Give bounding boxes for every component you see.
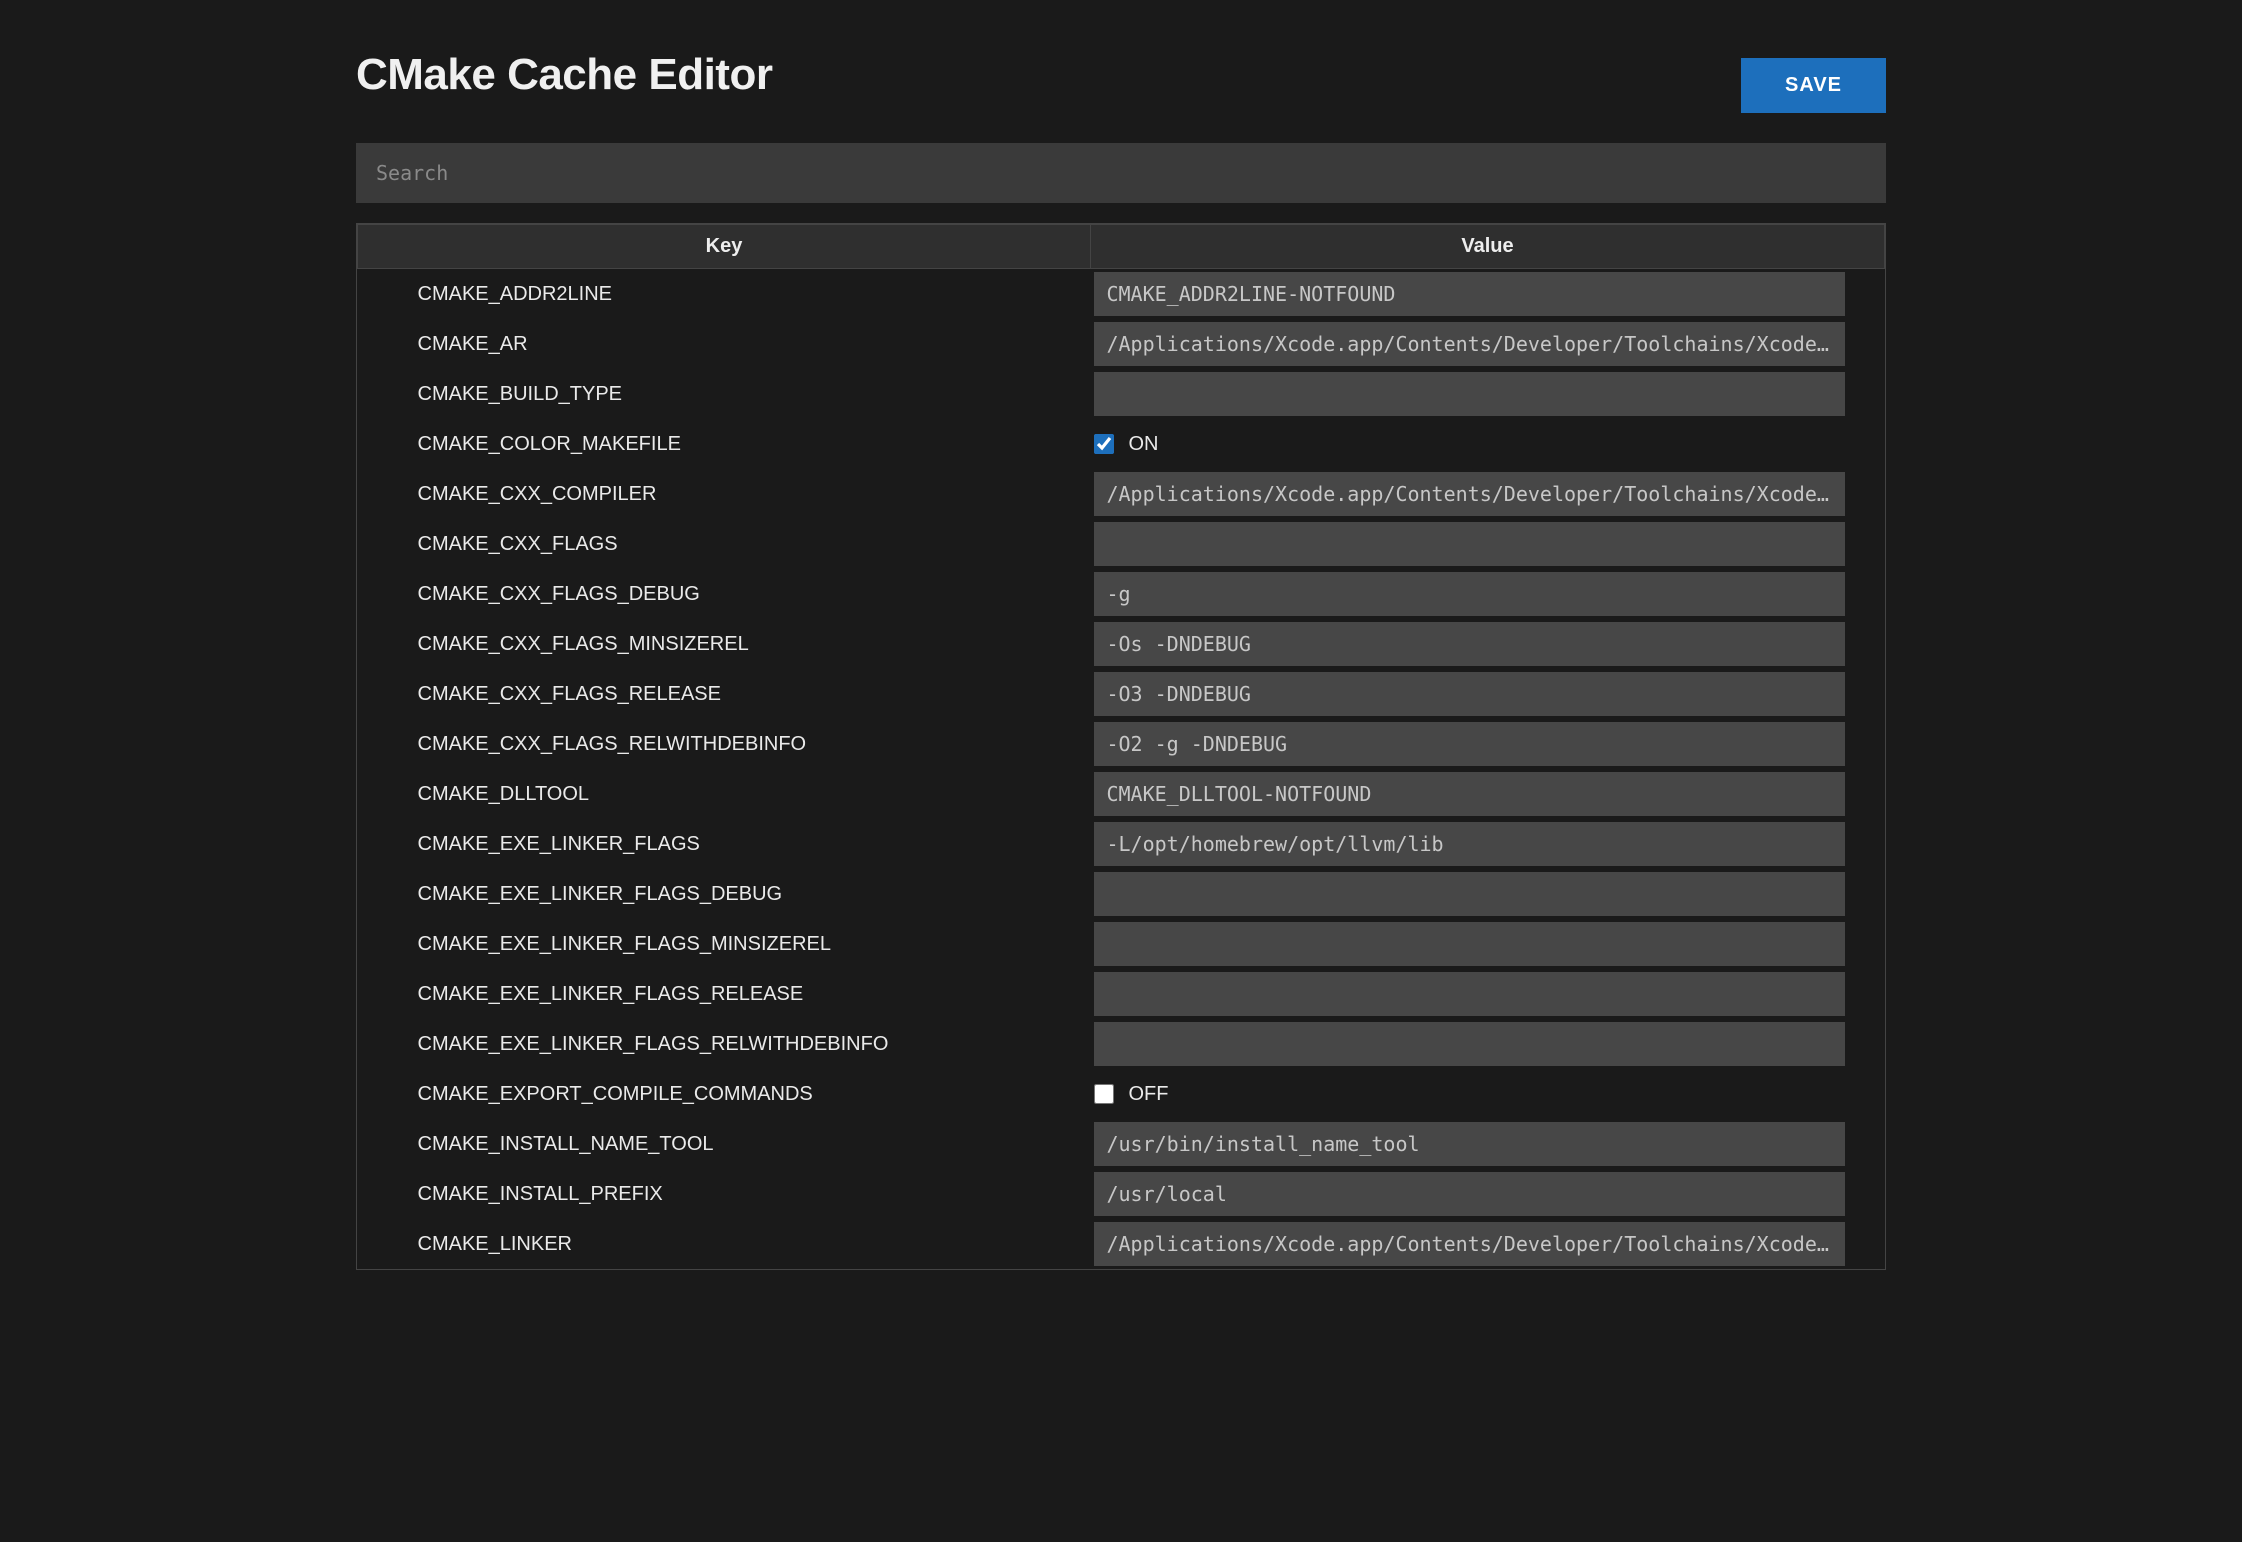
- table-row: CMAKE_ADDR2LINE: [358, 269, 1885, 320]
- cache-value-input[interactable]: [1094, 372, 1844, 416]
- cache-value-input[interactable]: [1094, 322, 1844, 366]
- cache-value-input[interactable]: [1094, 522, 1844, 566]
- cache-value-input[interactable]: [1094, 1222, 1844, 1266]
- cache-key: CMAKE_INSTALL_NAME_TOOL: [358, 1119, 1091, 1169]
- cache-value-input[interactable]: [1094, 672, 1844, 716]
- cache-key: CMAKE_AR: [358, 319, 1091, 369]
- cache-value-cell: [1090, 519, 1884, 569]
- cache-key: CMAKE_CXX_FLAGS_RELWITHDEBINFO: [358, 719, 1091, 769]
- cache-value-cell: [1090, 969, 1884, 1019]
- cache-value-cell: [1090, 769, 1884, 819]
- cache-value-cell: [1090, 919, 1884, 969]
- cache-value-cell: [1090, 1019, 1884, 1069]
- save-button[interactable]: SAVE: [1741, 58, 1886, 113]
- table-row: CMAKE_INSTALL_PREFIX: [358, 1169, 1885, 1219]
- cache-key: CMAKE_DLLTOOL: [358, 769, 1091, 819]
- cache-table: Key Value CMAKE_ADDR2LINECMAKE_ARCMAKE_B…: [357, 224, 1885, 1269]
- table-row: CMAKE_CXX_FLAGS_RELEASE: [358, 669, 1885, 719]
- cache-value-checkbox[interactable]: [1094, 1084, 1114, 1104]
- cache-key: CMAKE_CXX_FLAGS_MINSIZEREL: [358, 619, 1091, 669]
- table-row: CMAKE_CXX_COMPILER: [358, 469, 1885, 519]
- cache-value-input[interactable]: [1094, 472, 1844, 516]
- cache-key: CMAKE_CXX_COMPILER: [358, 469, 1091, 519]
- bool-state-label: ON: [1128, 433, 1158, 456]
- cache-value-input[interactable]: [1094, 1122, 1844, 1166]
- search-input[interactable]: [356, 143, 1886, 203]
- table-row: CMAKE_CXX_FLAGS_MINSIZEREL: [358, 619, 1885, 669]
- table-row: CMAKE_CXX_FLAGS: [358, 519, 1885, 569]
- bool-state-label: OFF: [1128, 1083, 1168, 1106]
- cache-key: CMAKE_ADDR2LINE: [358, 269, 1091, 320]
- cache-key: CMAKE_COLOR_MAKEFILE: [358, 419, 1091, 469]
- cache-value-input[interactable]: [1094, 272, 1844, 316]
- cache-value-cell: [1090, 1219, 1884, 1269]
- cache-value-input[interactable]: [1094, 572, 1844, 616]
- page-title: CMake Cache Editor: [356, 50, 772, 100]
- cache-value-cell: [1090, 369, 1884, 419]
- bool-wrap: ON: [1094, 433, 1844, 456]
- table-row: CMAKE_DLLTOOL: [358, 769, 1885, 819]
- table-row: CMAKE_EXE_LINKER_FLAGS_RELWITHDEBINFO: [358, 1019, 1885, 1069]
- cache-key: CMAKE_CXX_FLAGS_DEBUG: [358, 569, 1091, 619]
- table-row: CMAKE_INSTALL_NAME_TOOL: [358, 1119, 1885, 1169]
- cache-value-checkbox[interactable]: [1094, 434, 1114, 454]
- cache-value-cell: [1090, 469, 1884, 519]
- bool-wrap: OFF: [1094, 1083, 1844, 1106]
- cache-value-cell: [1090, 569, 1884, 619]
- page-container: CMake Cache Editor SAVE Key Value CMAKE_…: [356, 0, 1886, 1270]
- cache-value-cell: OFF: [1090, 1069, 1884, 1119]
- cache-key: CMAKE_EXE_LINKER_FLAGS_RELEASE: [358, 969, 1091, 1019]
- cache-value-cell: [1090, 719, 1884, 769]
- cache-key: CMAKE_BUILD_TYPE: [358, 369, 1091, 419]
- header-row: CMake Cache Editor SAVE: [356, 50, 1886, 113]
- cache-key: CMAKE_LINKER: [358, 1219, 1091, 1269]
- table-row: CMAKE_AR: [358, 319, 1885, 369]
- cache-value-cell: [1090, 1169, 1884, 1219]
- cache-key: CMAKE_EXE_LINKER_FLAGS_MINSIZEREL: [358, 919, 1091, 969]
- cache-key: CMAKE_CXX_FLAGS: [358, 519, 1091, 569]
- cache-value-cell: [1090, 319, 1884, 369]
- cache-key: CMAKE_EXPORT_COMPILE_COMMANDS: [358, 1069, 1091, 1119]
- cache-value-input[interactable]: [1094, 822, 1844, 866]
- column-header-value: Value: [1090, 225, 1884, 269]
- cache-value-cell: [1090, 669, 1884, 719]
- table-row: CMAKE_EXE_LINKER_FLAGS_RELEASE: [358, 969, 1885, 1019]
- cache-value-cell: [1090, 869, 1884, 919]
- cache-value-input[interactable]: [1094, 1172, 1844, 1216]
- cache-value-input[interactable]: [1094, 772, 1844, 816]
- table-row: CMAKE_LINKER: [358, 1219, 1885, 1269]
- table-row: CMAKE_EXE_LINKER_FLAGS_MINSIZEREL: [358, 919, 1885, 969]
- column-header-key: Key: [358, 225, 1091, 269]
- cache-table-wrap: Key Value CMAKE_ADDR2LINECMAKE_ARCMAKE_B…: [356, 223, 1886, 1270]
- table-row: CMAKE_BUILD_TYPE: [358, 369, 1885, 419]
- cache-value-input[interactable]: [1094, 872, 1844, 916]
- cache-key: CMAKE_CXX_FLAGS_RELEASE: [358, 669, 1091, 719]
- cache-value-input[interactable]: [1094, 1022, 1844, 1066]
- cache-value-input[interactable]: [1094, 622, 1844, 666]
- cache-value-cell: ON: [1090, 419, 1884, 469]
- cache-value-input[interactable]: [1094, 972, 1844, 1016]
- table-row: CMAKE_COLOR_MAKEFILE ON: [358, 419, 1885, 469]
- table-row: CMAKE_EXPORT_COMPILE_COMMANDS OFF: [358, 1069, 1885, 1119]
- cache-value-cell: [1090, 269, 1884, 320]
- cache-key: CMAKE_EXE_LINKER_FLAGS_DEBUG: [358, 869, 1091, 919]
- cache-key: CMAKE_EXE_LINKER_FLAGS: [358, 819, 1091, 869]
- cache-key: CMAKE_EXE_LINKER_FLAGS_RELWITHDEBINFO: [358, 1019, 1091, 1069]
- cache-value-input[interactable]: [1094, 922, 1844, 966]
- cache-value-cell: [1090, 819, 1884, 869]
- cache-value-input[interactable]: [1094, 722, 1844, 766]
- table-row: CMAKE_EXE_LINKER_FLAGS: [358, 819, 1885, 869]
- cache-key: CMAKE_INSTALL_PREFIX: [358, 1169, 1091, 1219]
- table-row: CMAKE_CXX_FLAGS_DEBUG: [358, 569, 1885, 619]
- cache-value-cell: [1090, 1119, 1884, 1169]
- table-row: CMAKE_CXX_FLAGS_RELWITHDEBINFO: [358, 719, 1885, 769]
- cache-value-cell: [1090, 619, 1884, 669]
- table-row: CMAKE_EXE_LINKER_FLAGS_DEBUG: [358, 869, 1885, 919]
